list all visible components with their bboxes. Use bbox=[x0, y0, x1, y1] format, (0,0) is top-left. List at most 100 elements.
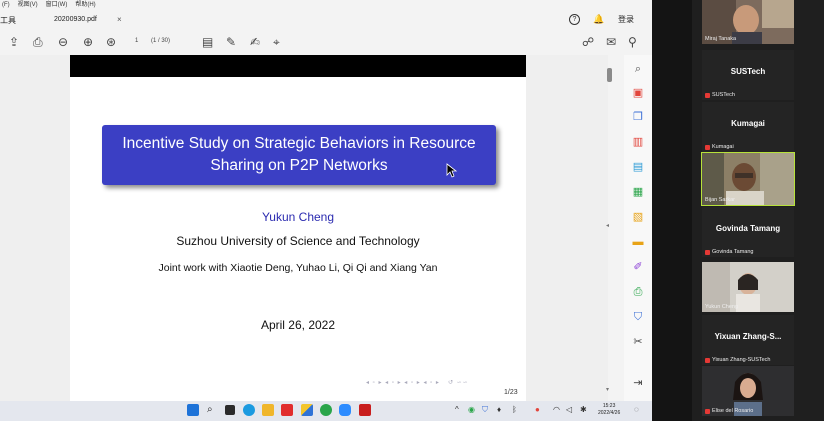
export-pdf-icon[interactable]: ▤ bbox=[631, 161, 645, 173]
menu-file[interactable]: (F) bbox=[2, 0, 10, 11]
pdf-reader-window: (F) 视图(V) 窗口(W) 帮助(H) 工具 20200930.pdf × … bbox=[0, 0, 652, 401]
sign-icon[interactable]: ✍ bbox=[250, 35, 260, 49]
scroll-down-icon[interactable]: ▾ bbox=[606, 386, 609, 393]
task-view-icon[interactable] bbox=[225, 405, 235, 415]
clock-time: 15:23 bbox=[602, 403, 616, 409]
participant-tile-active-speaker[interactable]: Bijan Sarkar bbox=[701, 152, 795, 206]
account-icon[interactable]: ⚲ bbox=[628, 35, 637, 49]
volume-icon[interactable]: ◁ bbox=[566, 405, 572, 415]
participant-tile[interactable]: Elise del Rosario bbox=[702, 366, 794, 416]
pen-icon[interactable]: ✎ bbox=[226, 35, 236, 49]
close-icon[interactable]: × bbox=[117, 15, 122, 24]
screen-divider bbox=[652, 0, 692, 421]
share-icon[interactable]: ⇪ bbox=[9, 35, 19, 49]
create-pdf-icon[interactable]: ▣ bbox=[631, 87, 645, 99]
mouse-cursor-icon bbox=[446, 163, 458, 178]
tray-chevron-icon[interactable]: ^ bbox=[455, 405, 459, 415]
help-icon[interactable]: ? bbox=[569, 14, 580, 25]
sticky-note-icon[interactable]: ▬ bbox=[631, 236, 645, 248]
comment-icon[interactable]: ▤ bbox=[202, 35, 213, 49]
pen-app-icon[interactable] bbox=[301, 404, 313, 416]
zoom-app-icon[interactable] bbox=[339, 404, 351, 416]
participant-tile[interactable]: Yixuan Zhang-S... Yixuan Zhang-SUSTech bbox=[702, 315, 794, 365]
participant-label: SUSTech bbox=[705, 92, 735, 98]
ime-icon[interactable]: ✱ bbox=[580, 405, 587, 415]
vertical-scrollbar[interactable]: ◂ ▾ bbox=[606, 62, 614, 393]
slide-affiliation: Suzhou University of Science and Technol… bbox=[176, 234, 420, 248]
combine-files-icon[interactable]: ❐ bbox=[631, 111, 645, 123]
participant-label: Kumagai bbox=[705, 144, 734, 150]
login-button[interactable]: 登录 bbox=[618, 14, 634, 25]
search-icon[interactable]: ⌕ bbox=[207, 404, 219, 416]
zoom-participant-panel: Miraj Tanaka SUSTech SUSTech Kumagai Kum… bbox=[692, 0, 824, 421]
muted-mic-icon bbox=[705, 92, 710, 98]
zoom-out-icon[interactable]: ⊖ bbox=[58, 35, 68, 49]
slide-date: April 26, 2022 bbox=[260, 318, 336, 332]
tray-shield-icon[interactable]: ⛉ bbox=[482, 405, 488, 415]
participant-label: Govinda Tamang bbox=[705, 249, 753, 255]
menu-bar: (F) 视图(V) 窗口(W) 帮助(H) bbox=[0, 0, 652, 11]
tray-mic-icon[interactable]: ♦ bbox=[497, 405, 501, 415]
slide-coauthors: Joint work with Xiaotie Deng, Yuhao Li, … bbox=[158, 262, 438, 274]
organize-pages-icon[interactable]: ▥ bbox=[631, 136, 645, 148]
fill-sign-icon[interactable]: ✐ bbox=[631, 261, 645, 273]
comment-tool-icon[interactable]: ▧ bbox=[631, 211, 645, 223]
collapse-arrow-icon[interactable]: ◂ bbox=[606, 222, 609, 229]
participant-label: Elise del Rosario bbox=[705, 408, 753, 414]
start-icon[interactable] bbox=[187, 404, 199, 416]
print-icon[interactable]: ⎙ bbox=[33, 35, 43, 49]
slide-number: 1/23 bbox=[504, 389, 518, 396]
acrobat-icon[interactable] bbox=[359, 404, 371, 416]
participant-label: Miraj Tanaka bbox=[705, 36, 737, 42]
page-up-icon[interactable]: ⊕ bbox=[83, 35, 93, 49]
page-number-input[interactable]: 1 bbox=[135, 38, 138, 44]
notification-icon[interactable]: ◌ bbox=[634, 405, 639, 415]
protect-icon[interactable]: ⛉ bbox=[631, 311, 645, 323]
file-explorer-icon[interactable] bbox=[262, 404, 274, 416]
participant-tile[interactable]: Miraj Tanaka bbox=[702, 0, 794, 44]
slide-title-line2: Sharing on P2P Networks bbox=[210, 157, 388, 174]
tag-icon[interactable]: ⌖ bbox=[273, 35, 280, 49]
beamer-nav-icons[interactable]: ◂ ▫ ▸ ◂ ▫ ▸ ◂ ▫ ▸ ◂ ▫ ▸ ↺ ∽∽ bbox=[366, 379, 469, 386]
more-tools-icon[interactable]: ✂ bbox=[631, 336, 645, 348]
edit-pdf-icon[interactable]: ▦ bbox=[631, 186, 645, 198]
muted-mic-icon bbox=[705, 357, 710, 363]
tray-bluetooth-icon[interactable]: ᛒ bbox=[512, 405, 517, 415]
scrollbar-thumb[interactable] bbox=[607, 68, 612, 82]
print-production-icon[interactable]: ⎙ bbox=[631, 286, 645, 298]
participant-name: Govinda Tamang bbox=[715, 224, 781, 233]
tools-tab[interactable]: 工具 bbox=[0, 15, 16, 26]
menu-view[interactable]: 视图(V) bbox=[18, 0, 38, 11]
page-total: (1 / 30) bbox=[151, 38, 171, 44]
slide-header-bar bbox=[70, 55, 526, 77]
app-red-icon[interactable] bbox=[281, 404, 293, 416]
chrome-icon[interactable] bbox=[320, 404, 332, 416]
tray-antivirus-icon[interactable]: ● bbox=[535, 405, 540, 415]
participant-tile[interactable]: SUSTech SUSTech bbox=[702, 50, 794, 100]
clock[interactable]: 15:23 2022/4/26 bbox=[598, 403, 620, 417]
menu-window[interactable]: 窗口(W) bbox=[46, 0, 68, 11]
tab-document[interactable]: 20200930.pdf × bbox=[50, 15, 126, 27]
mail-icon[interactable]: ✉ bbox=[606, 35, 616, 49]
slide-title-box: Incentive Study on Strategic Behaviors i… bbox=[102, 125, 496, 185]
page-down-icon[interactable]: ⊛ bbox=[106, 35, 116, 49]
search-icon[interactable]: ⌕ bbox=[631, 63, 645, 75]
wifi-icon[interactable]: ◠ bbox=[553, 405, 560, 415]
participant-tile[interactable]: Govinda Tamang Govinda Tamang bbox=[702, 207, 794, 257]
windows-taskbar: ⌕ ^ ◉ ⛉ ♦ ᛒ ● ◠ ◁ ✱ 15:23 2022/4/26 ◌ bbox=[0, 401, 652, 421]
participant-name: Kumagai bbox=[731, 119, 765, 128]
expand-panel-icon[interactable]: ⇥ bbox=[631, 377, 645, 389]
participant-tile[interactable]: Kumagai Kumagai bbox=[702, 102, 794, 152]
participant-tile[interactable]: Yukun Cheng bbox=[702, 262, 794, 312]
participant-label: Yukun Cheng bbox=[705, 304, 739, 310]
link-icon[interactable]: ☍ bbox=[582, 35, 594, 49]
slide-author: Yukun Cheng bbox=[261, 210, 335, 224]
participant-label: Bijan Sarkar bbox=[705, 197, 735, 203]
tray-app-icon[interactable]: ◉ bbox=[468, 405, 475, 415]
muted-mic-icon bbox=[705, 144, 710, 150]
edge-icon[interactable] bbox=[243, 404, 255, 416]
clock-date: 2022/4/26 bbox=[598, 410, 621, 416]
muted-mic-icon bbox=[705, 249, 710, 255]
menu-help[interactable]: 帮助(H) bbox=[75, 0, 95, 11]
bell-icon[interactable]: 🔔 bbox=[593, 14, 604, 25]
